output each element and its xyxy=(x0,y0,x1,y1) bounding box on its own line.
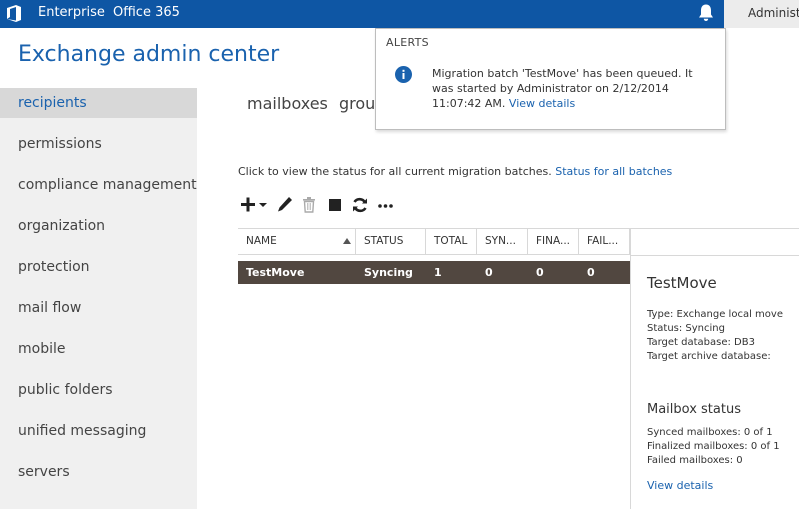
nav-office365[interactable]: Office 365 xyxy=(113,0,180,28)
instruction-text: Click to view the status for all current… xyxy=(238,165,552,178)
user-menu[interactable]: Administrator xyxy=(724,0,799,28)
sort-ascending-icon xyxy=(343,238,351,244)
column-name-label: NAME xyxy=(246,235,277,247)
add-icon xyxy=(241,197,267,212)
cell-synced: 0 xyxy=(485,266,493,279)
office-logo-icon[interactable] xyxy=(6,4,22,23)
user-name: Administrator xyxy=(748,6,799,20)
top-bar: Enterprise Office 365 xyxy=(0,0,799,28)
details-synced: Synced mailboxes: 0 of 1 xyxy=(647,427,773,438)
stop-icon xyxy=(329,199,341,211)
cell-total: 1 xyxy=(434,266,442,279)
sidebar-item-recipients[interactable]: recipients xyxy=(0,88,197,118)
info-icon xyxy=(395,66,412,83)
sidebar-item-organization[interactable]: organization xyxy=(0,211,197,241)
cell-status: Syncing xyxy=(364,266,413,279)
details-status: Status: Syncing xyxy=(647,323,725,334)
stop-button[interactable] xyxy=(327,195,343,215)
column-status[interactable]: STATUS xyxy=(356,229,426,254)
new-batch-button[interactable] xyxy=(240,195,270,215)
details-type: Type: Exchange local move xyxy=(647,309,783,320)
alerts-popup: ALERTS Migration batch 'TestMove' has be… xyxy=(375,28,726,130)
alert-message: Migration batch 'TestMove' has been queu… xyxy=(432,66,714,111)
edit-button[interactable] xyxy=(276,195,294,215)
cell-finalized: 0 xyxy=(536,266,544,279)
refresh-icon xyxy=(353,197,367,213)
sidebar-item-compliance-management[interactable]: compliance management xyxy=(0,170,197,200)
details-finalized: Finalized mailboxes: 0 of 1 xyxy=(647,441,780,452)
sidebar: recipients permissions compliance manage… xyxy=(0,88,197,509)
nav-enterprise[interactable]: Enterprise xyxy=(38,0,105,28)
sidebar-item-mail-flow[interactable]: mail flow xyxy=(0,293,197,323)
column-name[interactable]: NAME xyxy=(238,229,356,254)
details-header-strip xyxy=(630,228,799,256)
delete-button[interactable] xyxy=(301,195,317,215)
bell-icon xyxy=(699,4,713,21)
details-failed: Failed mailboxes: 0 xyxy=(647,455,743,466)
sidebar-item-permissions[interactable]: permissions xyxy=(0,129,197,159)
cell-failed: 0 xyxy=(587,266,595,279)
table-row[interactable]: TestMove Syncing 1 0 0 0 xyxy=(238,261,630,284)
column-failed[interactable]: FAIL... xyxy=(579,229,630,254)
cell-name: TestMove xyxy=(246,266,305,279)
details-title: TestMove xyxy=(647,274,717,292)
sidebar-item-protection[interactable]: protection xyxy=(0,252,197,282)
tab-mailboxes[interactable]: mailboxes xyxy=(247,94,328,113)
sidebar-item-mobile[interactable]: mobile xyxy=(0,334,197,364)
migration-grid-header: NAME STATUS TOTAL SYN... FINA... FAIL... xyxy=(238,228,630,255)
migration-instruction: Click to view the status for all current… xyxy=(238,165,672,178)
sidebar-item-servers[interactable]: servers xyxy=(0,457,197,487)
more-button[interactable] xyxy=(377,195,395,215)
details-target-archive-db: Target archive database: xyxy=(647,351,771,362)
edit-icon xyxy=(278,197,292,212)
sidebar-item-public-folders[interactable]: public folders xyxy=(0,375,197,405)
alert-view-details-link[interactable]: View details xyxy=(509,97,575,110)
column-total[interactable]: TOTAL xyxy=(426,229,477,254)
more-icon xyxy=(378,204,393,208)
details-view-link[interactable]: View details xyxy=(647,479,713,492)
column-finalized[interactable]: FINA... xyxy=(528,229,579,254)
notifications-button[interactable] xyxy=(688,0,724,28)
sidebar-item-unified-messaging[interactable]: unified messaging xyxy=(0,416,197,446)
column-synced[interactable]: SYN... xyxy=(477,229,528,254)
details-target-db: Target database: DB3 xyxy=(647,337,755,348)
details-pane: TestMove Type: Exchange local move Statu… xyxy=(630,256,799,509)
alerts-title: ALERTS xyxy=(386,36,429,49)
refresh-button[interactable] xyxy=(351,195,369,215)
page-title: Exchange admin center xyxy=(18,42,280,67)
status-all-batches-link[interactable]: Status for all batches xyxy=(555,165,672,178)
mailbox-status-heading: Mailbox status xyxy=(647,402,741,417)
delete-icon xyxy=(303,197,315,213)
